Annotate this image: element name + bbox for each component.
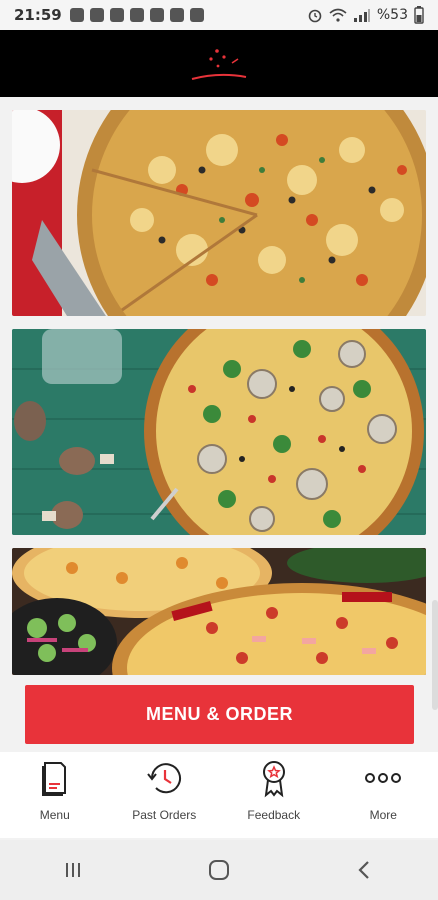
home-icon[interactable] [206, 857, 232, 883]
status-time: 21:59 [14, 6, 62, 24]
system-nav-bar [0, 840, 438, 900]
app-screen: 21:59 %53 MENU & ORDER Menu Past Orders … [0, 0, 438, 900]
back-icon[interactable] [352, 857, 378, 883]
tab-past-orders[interactable]: Past Orders [110, 752, 220, 838]
pizza-banner-3[interactable] [12, 548, 426, 675]
app-header [0, 30, 438, 97]
content-area[interactable] [0, 97, 438, 675]
notification-icons [69, 8, 204, 22]
menu-book-icon [41, 762, 66, 796]
notification-icon [149, 8, 164, 22]
notification-icon [89, 8, 104, 22]
pizza-banner-2[interactable] [12, 329, 426, 535]
more-dots-icon [365, 773, 402, 783]
status-bar: 21:59 %53 [0, 0, 438, 30]
tab-past-orders-label: Past Orders [132, 808, 197, 822]
award-ribbon-icon [262, 761, 285, 798]
tab-more-label: More [369, 808, 397, 822]
pizza-image-3 [12, 548, 426, 675]
tab-more[interactable]: More [329, 752, 438, 838]
pizza-image-1 [12, 110, 426, 316]
pizza-banner-1[interactable] [12, 110, 426, 316]
menu-order-button[interactable]: MENU & ORDER [25, 685, 414, 744]
battery-icon [414, 6, 424, 24]
brand-logo [191, 48, 247, 80]
tab-feedback-label: Feedback [247, 808, 301, 822]
notification-icon [129, 8, 144, 22]
wifi-icon [329, 8, 347, 22]
battery-percent: %53 [376, 7, 408, 23]
system-status: %53 [307, 6, 424, 24]
notification-icon [169, 8, 184, 22]
notification-icon [189, 8, 204, 22]
notification-icon [69, 8, 84, 22]
history-clock-icon [147, 763, 182, 794]
notification-icon [109, 8, 124, 22]
recent-apps-icon[interactable] [60, 857, 86, 883]
pizza-image-2 [12, 329, 426, 535]
tab-menu[interactable]: Menu [0, 752, 110, 838]
alarm-icon [308, 9, 322, 23]
scrollbar-thumb[interactable] [432, 600, 438, 710]
bottom-tab-bar: Menu Past Orders Feedback More [0, 752, 438, 838]
tab-menu-label: Menu [39, 808, 70, 822]
tab-feedback[interactable]: Feedback [219, 752, 329, 838]
signal-icon [353, 9, 370, 22]
